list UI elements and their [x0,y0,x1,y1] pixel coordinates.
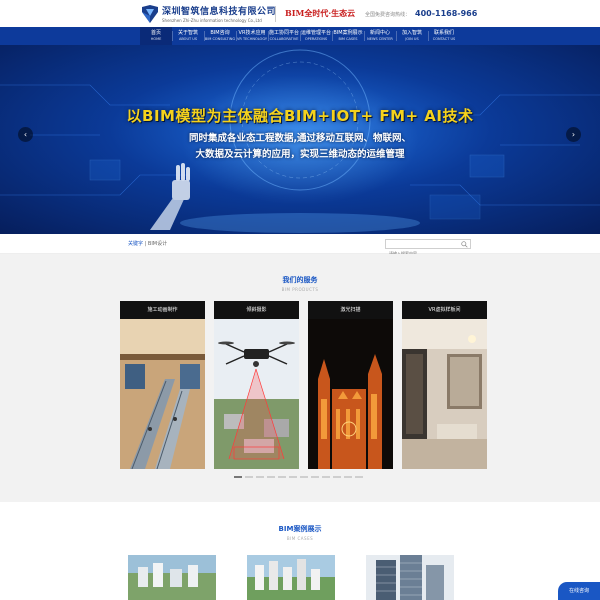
case-tower-image [366,555,454,600]
services-subtitle: BIM PRODUCTS [281,287,319,292]
services-dot[interactable] [300,476,308,478]
nav-label: 关于智筑 [177,30,198,36]
nav-label-en: ABOUT US [178,37,198,41]
service-card[interactable]: 激光扫描 [308,301,393,469]
cases-section: BIM案例展示 BIM CASES [0,502,600,600]
nav-item-collaborative[interactable]: 施工协同平台 COLLABORATIVE [268,27,300,45]
service-card[interactable]: 施工动画制作 [120,301,205,469]
services-dot[interactable] [245,476,253,478]
services-dot[interactable] [311,476,319,478]
header-divider [275,6,276,22]
nav-item-news[interactable]: 新闻中心 NEWS CENTER [364,27,396,45]
banner-title: 以BIM模型为主体融合BIM+IOT+ FM+ AI技术 [126,107,474,125]
banner-prev-arrow-icon[interactable]: ‹ [18,127,33,142]
nav-label: 加入智筑 [401,30,422,36]
services-dot[interactable] [344,476,352,478]
nav-label-en: VR TECHNOLOGY [237,37,267,41]
search-icon[interactable] [461,241,468,248]
hotline-label: 全国免费咨询热线： [365,12,411,18]
nav-label: 施工协同平台 [268,30,299,36]
laser-scan-cathedral-image [308,319,393,469]
nav-label-en: JOIN US [405,37,419,41]
case-card[interactable] [247,555,335,600]
hero-banner: 以BIM模型为主体融合BIM+IOT+ FM+ AI技术 同时集成各业态工程数据… [0,45,600,234]
service-card-label: VR虚拟样板间 [402,301,487,319]
services-title: 我们的服务 [282,276,318,284]
breadcrumb-home-link[interactable]: 关键字 [128,241,143,247]
case-card[interactable] [128,555,216,600]
nav-item-operations[interactable]: 运维管理平台 OPERATIONS [300,27,332,45]
nav-label: BIM案例展示 [333,30,363,36]
service-card-label: 激光扫描 [308,301,393,319]
services-dot[interactable] [267,476,275,478]
breadcrumb-bar: 关键字 | BIM设计 [0,234,600,258]
nav-label-en: OPERATIONS [304,37,328,41]
services-dot[interactable] [234,476,242,478]
nav-item-bim-cases[interactable]: BIM案例展示 BIM CASES [332,27,364,45]
service-card-label: 施工动画制作 [120,301,205,319]
company-name-en: Shenzhen Zhi-Zhu information technology … [162,18,262,23]
nav-label-en: BIM CASES [338,37,358,41]
nav-label: BIM咨询 [210,30,230,36]
nav-item-bim-consulting[interactable]: BIM咨询 BIM CONSULTING [204,27,236,45]
nav-item-contact[interactable]: 联系我们 CONTACT US [428,27,460,45]
services-pagination [234,476,363,478]
services-dot[interactable] [256,476,264,478]
breadcrumb-current: BIM设计 [147,241,168,247]
services-dot[interactable] [355,476,363,478]
nav-item-home[interactable]: 首页 HOME [140,27,172,45]
nav-label-en: BIM CONSULTING [204,37,236,41]
nav-item-about[interactable]: 关于智筑 ABOUT US [172,27,204,45]
banner-next-arrow-icon[interactable]: › [566,127,581,142]
company-name-block: 深圳智筑信息科技有限公司 Shenzhen Zhi-Zhu informatio… [162,4,276,23]
online-consult-button[interactable]: 在线咨询 [558,582,600,600]
company-logo-icon[interactable] [140,4,160,24]
service-card[interactable]: VR虚拟样板间 [402,301,487,469]
company-name: 深圳智筑信息科技有限公司 [162,7,277,17]
cases-subtitle: BIM CASES [286,536,314,541]
banner-subtitle-line-1: 同时集成各业态工程数据,通过移动互联网、物联网、 [188,133,412,144]
case-aerial-image [128,555,216,600]
services-dot[interactable] [333,476,341,478]
cases-title: BIM案例展示 [278,525,322,533]
nav-label-en: NEWS CENTER [367,37,393,41]
services-section: 我们的服务 BIM PRODUCTS 施工动画制作 倾斜摄影 激光扫描 VR虚拟… [0,254,600,502]
case-complex-image [247,555,335,600]
services-carousel: 施工动画制作 倾斜摄影 激光扫描 VR虚拟样板间 [120,301,487,469]
slogan: BIM全时代·生态云 [285,8,356,18]
breadcrumb: 关键字 | BIM设计 [128,240,167,247]
case-card[interactable] [366,555,454,600]
search-box [385,239,471,258]
service-card-label: 倾斜摄影 [214,301,299,319]
banner-subtitle-line-2: 大数据及云计算的应用，实现三维动态的运维管理 [195,149,405,160]
services-dot[interactable] [289,476,297,478]
nav-label: VR技术应用 [238,30,266,36]
nav-label: 运维管理平台 [300,30,331,36]
main-nav: 首页 HOME 关于智筑 ABOUT US BIM咨询 BIM CONSULTING … [0,27,600,45]
services-dot[interactable] [278,476,286,478]
nav-item-vr-technology[interactable]: VR技术应用 VR TECHNOLOGY [236,27,268,45]
nav-label-en: CONTACT US [432,37,456,41]
nav-label: 新闻中心 [369,30,390,36]
vr-showroom-image [402,319,487,469]
site-header: 深圳智筑信息科技有限公司 Shenzhen Zhi-Zhu informatio… [0,0,600,27]
nav-item-join[interactable]: 加入智筑 JOIN US [396,27,428,45]
escalator-mall-image [120,319,205,469]
services-dot[interactable] [322,476,330,478]
service-card[interactable]: 倾斜摄影 [214,301,299,469]
nav-label-en: COLLABORATIVE [269,37,299,41]
drone-survey-image [214,319,299,469]
nav-label: 首页 [150,30,161,36]
hotline-number[interactable]: 400-1168-966 [415,9,477,18]
nav-label: 联系我们 [433,30,454,36]
nav-label-en: HOME [150,37,162,41]
